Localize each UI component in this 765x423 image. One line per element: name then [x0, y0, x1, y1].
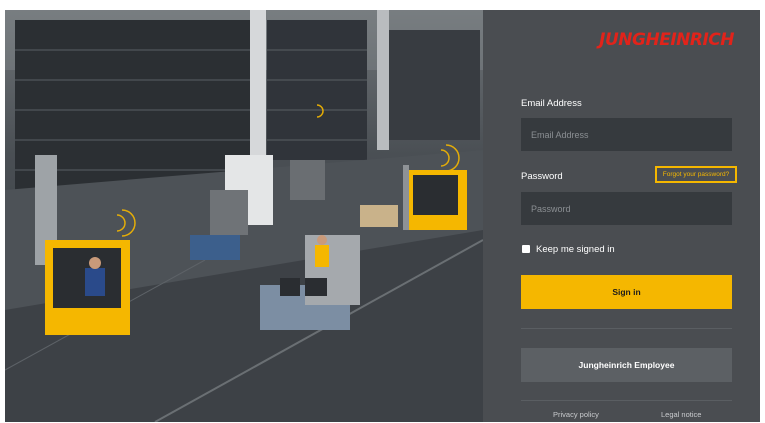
- warehouse-hero-image: [5, 10, 483, 422]
- keep-signed-in-label[interactable]: Keep me signed in: [536, 244, 615, 255]
- jungheinrich-logo: JUNGHEINRICH: [599, 30, 734, 50]
- warehouse-illustration: [5, 10, 483, 422]
- password-placeholder: Password: [531, 203, 571, 214]
- footer-divider: [521, 400, 732, 401]
- email-input[interactable]: Email Address: [521, 118, 732, 151]
- legal-notice-link[interactable]: Legal notice: [661, 410, 701, 419]
- privacy-policy-link[interactable]: Privacy policy: [553, 410, 599, 419]
- email-label: Email Address: [521, 98, 582, 109]
- keep-signed-in-checkbox[interactable]: [522, 245, 530, 253]
- password-input[interactable]: Password: [521, 192, 732, 225]
- employee-login-button[interactable]: Jungheinrich Employee: [521, 348, 732, 382]
- login-window: JUNGHEINRICH Email Address Email Address…: [5, 10, 760, 422]
- divider: [521, 328, 732, 329]
- forgot-password-link[interactable]: Forgot your password?: [655, 166, 737, 183]
- email-placeholder: Email Address: [531, 129, 589, 140]
- login-panel: JUNGHEINRICH Email Address Email Address…: [483, 10, 760, 422]
- sign-in-button[interactable]: Sign in: [521, 275, 732, 309]
- password-label: Password: [521, 171, 563, 182]
